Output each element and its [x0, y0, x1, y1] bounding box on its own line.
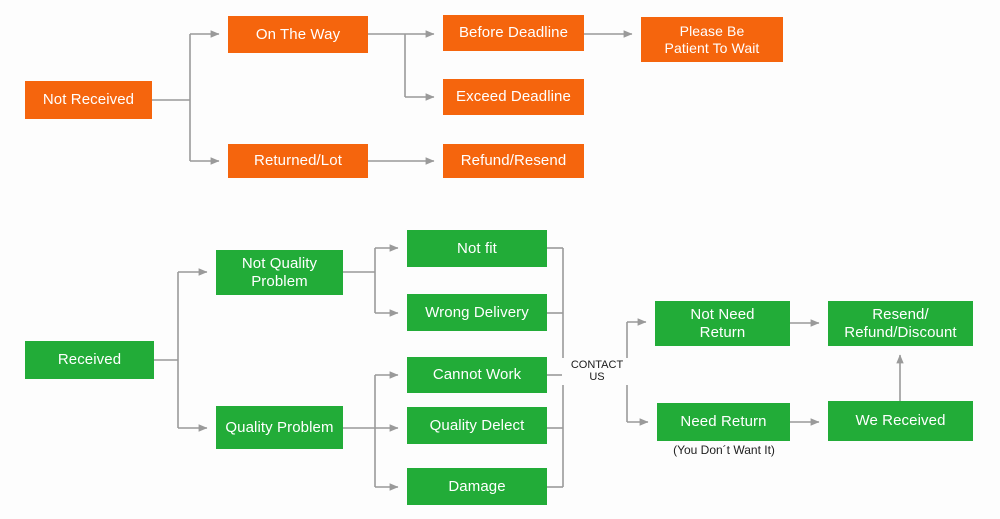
- flowchart-canvas: Not Received On The Way Returned/Lot Bef…: [0, 0, 1000, 519]
- node-need-return[interactable]: Need Return: [657, 403, 790, 441]
- label-contact-us: CONTACT US: [562, 358, 632, 385]
- node-exceed-deadline[interactable]: Exceed Deadline: [443, 79, 584, 115]
- node-not-need-return[interactable]: Not Need Return: [655, 301, 790, 346]
- node-received[interactable]: Received: [25, 341, 154, 379]
- node-not-received[interactable]: Not Received: [25, 81, 152, 119]
- node-not-fit[interactable]: Not fit: [407, 230, 547, 267]
- node-damage[interactable]: Damage: [407, 468, 547, 505]
- node-before-deadline[interactable]: Before Deadline: [443, 15, 584, 51]
- node-we-received[interactable]: We Received: [828, 401, 973, 441]
- node-quality-delect[interactable]: Quality Delect: [407, 407, 547, 444]
- node-returned-lot[interactable]: Returned/Lot: [228, 144, 368, 178]
- node-cannot-work[interactable]: Cannot Work: [407, 357, 547, 393]
- node-on-the-way[interactable]: On The Way: [228, 16, 368, 53]
- node-wrong-delivery[interactable]: Wrong Delivery: [407, 294, 547, 331]
- caption-you-dont-want-it: (You Don´t Want It): [673, 443, 775, 457]
- node-please-be-patient-to-wait[interactable]: Please Be Patient To Wait: [641, 17, 783, 62]
- node-resend-refund-discount[interactable]: Resend/ Refund/Discount: [828, 301, 973, 346]
- node-quality-problem[interactable]: Quality Problem: [216, 406, 343, 449]
- node-refund-resend[interactable]: Refund/Resend: [443, 144, 584, 178]
- node-not-quality-problem[interactable]: Not Quality Problem: [216, 250, 343, 295]
